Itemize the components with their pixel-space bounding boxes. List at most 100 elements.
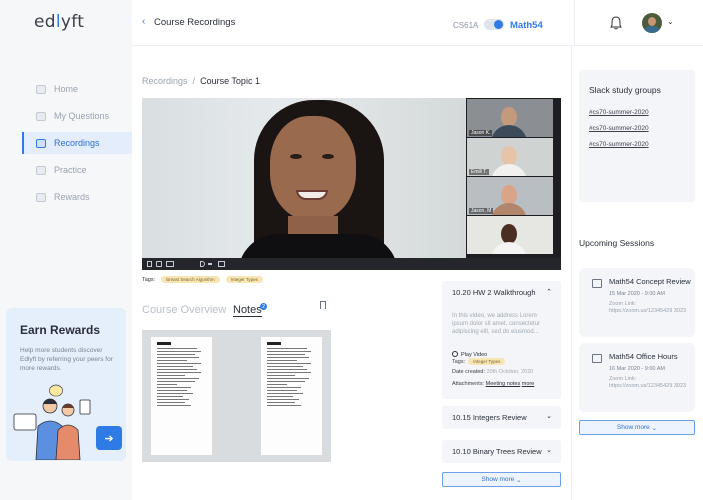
sidebar-nav: Home My Questions Recordings Practice Re… — [22, 78, 132, 213]
tag-chip[interactable]: Breast Search Algorithm — [161, 276, 220, 283]
walkthrough-card[interactable]: 10.15 Integers Review ⌄ — [442, 406, 561, 429]
session-date: 15 Mar 2020 - 9:00 AM — [609, 291, 665, 297]
back-chevron-icon[interactable]: ‹ — [142, 16, 145, 27]
main-video-feed — [142, 98, 466, 258]
sidebar-item-label: Recordings — [54, 138, 100, 148]
breadcrumb-parent[interactable]: Recordings — [142, 76, 188, 86]
note-page[interactable] — [151, 337, 212, 455]
course-toggle[interactable] — [484, 19, 504, 30]
walkthrough-attachments: Attachments: Meeting notes more — [452, 381, 534, 387]
sidebar-item-label: Rewards — [54, 192, 90, 202]
video-tags: Tags: Breast Search Algorithm Integer Ty… — [142, 276, 269, 283]
speaker-eye — [290, 154, 302, 159]
sessions-show-more-button[interactable]: Show more ⌄ — [579, 420, 695, 435]
session-card[interactable]: Math54 Concept Review 15 Mar 2020 - 9:00… — [579, 268, 695, 337]
sidebar-item-recordings[interactable]: Recordings — [22, 132, 132, 154]
chevron-up-icon[interactable]: ⌃ — [546, 288, 552, 296]
fast-forward-icon[interactable] — [166, 261, 174, 267]
notes-count-badge: 2 — [260, 303, 267, 310]
refer-arrow-button[interactable]: ➔ — [96, 426, 122, 450]
participant-thumb[interactable]: Jason K. — [467, 99, 553, 137]
sidebar-item-label: My Questions — [54, 111, 110, 121]
chevron-down-icon[interactable]: ⌄ — [546, 446, 552, 454]
walkthrough-title: 10.15 Integers Review — [452, 413, 527, 422]
play-icon — [452, 351, 458, 357]
walkthrough-title: 10.20 HW 2 Walkthrough — [452, 288, 536, 297]
slack-channel-link[interactable]: #cs70-summer-2020 — [589, 125, 649, 132]
tags-label: Tags: — [142, 276, 156, 283]
tab-notes[interactable]: Notes — [233, 304, 262, 317]
slack-title: Slack study groups — [589, 85, 661, 95]
sidebar-item-home[interactable]: Home — [22, 78, 132, 100]
tag-chip[interactable]: Integer Types — [225, 276, 263, 283]
app-logo[interactable]: edlyft — [34, 12, 84, 32]
date-label: Date created: — [452, 369, 486, 375]
sidebar-item-rewards[interactable]: Rewards — [22, 186, 132, 208]
participant-thumb[interactable]: Jason, M — [467, 177, 553, 215]
pause-icon[interactable] — [147, 261, 152, 267]
participant-face — [501, 224, 517, 244]
note-page[interactable] — [261, 337, 322, 455]
participant-body — [491, 164, 527, 176]
show-more-label: Show more — [481, 476, 515, 483]
attachment-more-link[interactable]: more — [522, 381, 535, 387]
video-player[interactable]: Jason K. Emili T. Jason, M — [142, 98, 561, 270]
slack-channel-link[interactable]: #cs70-summer-2020 — [589, 141, 649, 148]
session-zoom-link[interactable]: Zoom Link: https://zoom.us/12345429 3023 — [609, 301, 689, 315]
participant-face — [501, 185, 517, 205]
header-title[interactable]: Course Recordings — [154, 17, 235, 28]
participant-thumb[interactable] — [467, 216, 553, 254]
breadcrumb-separator: / — [192, 76, 196, 86]
slack-channel-link[interactable]: #cs70-summer-2020 — [589, 109, 649, 116]
attachments-label: Attachments: — [452, 381, 485, 387]
chevron-down-icon[interactable]: ⌄ — [546, 412, 552, 420]
bell-icon[interactable] — [610, 16, 622, 30]
avatar-body — [644, 26, 660, 33]
chevron-down-icon[interactable]: ⌄ — [667, 17, 674, 26]
speaker-face — [270, 116, 356, 220]
sidebar-item-label: Home — [54, 84, 79, 94]
walkthrough-date: Date created: 20th October, 2020 — [452, 369, 533, 375]
sidebar-item-label: Practice — [54, 165, 87, 175]
session-zoom-link[interactable]: Zoom Link: https://zoom.us/12345429 3023 — [609, 376, 689, 390]
course-option-b[interactable]: Math54 — [510, 20, 543, 31]
recording-icon — [36, 138, 46, 148]
bookmark-icon[interactable] — [320, 301, 326, 309]
show-more-button[interactable]: Show more ⌄ — [442, 472, 561, 487]
speaker-eye — [322, 154, 334, 159]
sidebar: edlyft Home My Questions Recordings Prac… — [0, 0, 132, 500]
practice-icon — [36, 165, 46, 175]
avatar-face — [648, 17, 656, 26]
sidebar-item-practice[interactable]: Practice — [22, 159, 132, 181]
calendar-icon — [592, 354, 602, 363]
participant-thumb[interactable]: Emili T. — [467, 138, 553, 176]
walkthrough-card-expanded[interactable]: 10.20 HW 2 Walkthrough ⌃ In this video, … — [442, 281, 561, 399]
notes-preview[interactable] — [142, 330, 331, 462]
earn-rewards-card: Earn Rewards Help more students discover… — [6, 308, 126, 461]
breadcrumb-current: Course Topic 1 — [200, 76, 260, 86]
volume-icon[interactable] — [200, 261, 205, 267]
toggle-knob — [494, 20, 503, 29]
fullscreen-icon[interactable] — [218, 261, 225, 267]
home-icon — [36, 84, 46, 94]
session-card[interactable]: Math54 Office Hours 16 Mar 2020 - 9:00 A… — [579, 343, 695, 412]
tag-chip[interactable]: Integer Types — [468, 358, 506, 365]
rewind-icon[interactable] — [156, 261, 162, 267]
walkthrough-card[interactable]: 10.10 Binary Trees Review ⌄ — [442, 440, 561, 463]
sidebar-item-my-questions[interactable]: My Questions — [22, 105, 132, 127]
video-controls — [142, 258, 561, 270]
walkthrough-tags: Tags: Integer Types — [452, 358, 511, 365]
breadcrumb: Recordings / Course Topic 1 — [142, 76, 260, 86]
tab-course-overview[interactable]: Course Overview — [142, 304, 226, 316]
avatar[interactable] — [642, 13, 662, 33]
course-option-a[interactable]: CS61A — [453, 21, 478, 30]
calendar-icon — [592, 279, 602, 288]
play-video-link[interactable]: Play Video — [452, 351, 487, 358]
volume-slider[interactable] — [208, 263, 212, 265]
rewards-text: Help more students discover Edlyft by re… — [20, 347, 113, 372]
participant-name: Emili T. — [469, 169, 490, 175]
attachment-link[interactable]: Meeting notes — [486, 381, 521, 387]
participant-thumbnails: Jason K. Emili T. Jason, M — [467, 99, 553, 255]
show-more-label: Show more — [616, 424, 650, 431]
speaker-shirt — [238, 234, 398, 258]
